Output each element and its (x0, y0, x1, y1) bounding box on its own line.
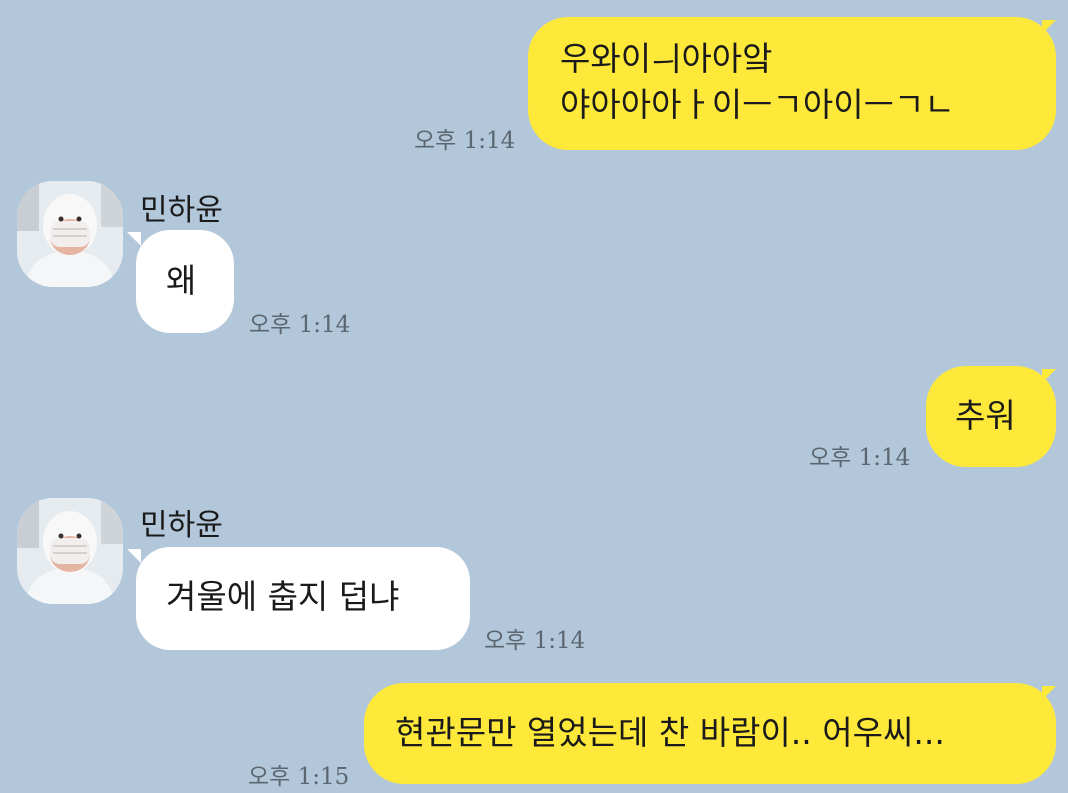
message-bubble[interactable]: 우와이ㅢ아아앜 야아아아ㅏ이ㅡㄱ아이ㅡㄱㄴ (528, 17, 1056, 150)
profile-photo-icon (17, 498, 123, 604)
bubble-tail (127, 549, 141, 563)
sender-name: 민하윤 (140, 193, 223, 228)
message-bubble[interactable]: 왜 (136, 230, 234, 333)
message-timestamp: 오후 1:14 (249, 312, 351, 338)
message-timestamp: 오후 1:14 (484, 628, 586, 654)
message-bubble[interactable]: 추워 (926, 366, 1056, 467)
message-timestamp: 오후 1:14 (809, 445, 911, 471)
message-text: 현관문만 열었는데 찬 바람이.. 어우씨... (395, 713, 945, 752)
message-text: 왜 (166, 261, 197, 300)
message-text: 추워 (955, 396, 1016, 435)
profile-photo-icon (17, 181, 123, 287)
avatar[interactable] (17, 498, 123, 604)
message-timestamp: 오후 1:15 (248, 764, 350, 790)
message-text: 겨울에 춥지 덥냐 (166, 577, 400, 616)
sender-name: 민하윤 (140, 508, 223, 543)
message-bubble[interactable]: 겨울에 춥지 덥냐 (136, 547, 470, 650)
avatar[interactable] (17, 181, 123, 287)
message-text: 야아아아ㅏ이ㅡㄱ아이ㅡㄱㄴ (560, 85, 955, 124)
bubble-tail (127, 232, 141, 246)
message-timestamp: 오후 1:14 (414, 128, 516, 154)
message-text: 우와이ㅢ아아앜 (560, 39, 773, 78)
message-bubble[interactable]: 현관문만 열었는데 찬 바람이.. 어우씨... (364, 683, 1056, 784)
